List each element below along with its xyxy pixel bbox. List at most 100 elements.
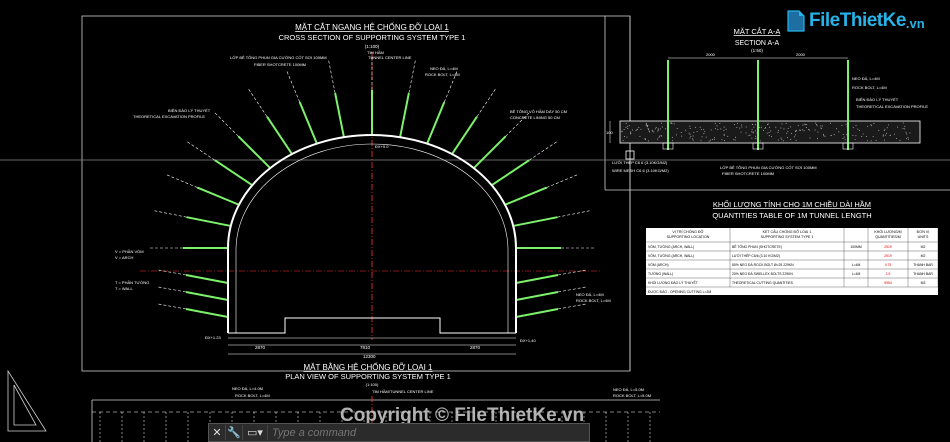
label-tunnel-center-en: TUNNEL CENTER LINE bbox=[368, 55, 412, 60]
qty-cell: VÒM, TƯỜNG (ARCH, WALL) bbox=[648, 244, 694, 249]
qty-cell: 2519 bbox=[884, 254, 892, 258]
rock-bolt bbox=[266, 116, 293, 155]
rock-bolt bbox=[451, 116, 478, 155]
section-aa-title-en: SECTION A-A bbox=[735, 40, 780, 47]
rock-bolt bbox=[298, 101, 318, 144]
label-excavation-en: THEORETICAL EXCAVATION PROFILE bbox=[133, 114, 205, 119]
aa-dim-1: 2000 bbox=[706, 52, 716, 57]
rock-bolt bbox=[515, 291, 559, 301]
rock-bolt bbox=[491, 159, 530, 187]
qty-cell: VÒM, TƯỜNG (ARCH, WALL) bbox=[648, 253, 694, 258]
qty-header: VỊ TRÍ CHỐNG ĐỠ bbox=[672, 229, 703, 234]
rock-bolt bbox=[473, 135, 507, 169]
aa-shotcrete-en: FIBER SHOTCRETE 100MM bbox=[722, 171, 774, 176]
site-logo: FileThietKe .vn bbox=[786, 10, 925, 32]
cad-drawing-canvas[interactable]: MẶT CẮT NGANG HỆ CHỐNG ĐỠ LOẠI 1 CROSS S… bbox=[0, 0, 950, 442]
aa-mesh-en: WIRE MESH C6 6 (3.10KG/M2) bbox=[612, 168, 669, 173]
dim-total: 12300 bbox=[363, 354, 376, 359]
dim-mid: 7810 bbox=[360, 345, 371, 350]
rock-bolt bbox=[334, 92, 345, 138]
plan-title-en: PLAN VIEW OF SUPPORTING SYSTEM TYPE 1 bbox=[285, 372, 451, 381]
qty-header: KẾT CẤU CHỐNG ĐỠ LOẠI 1 bbox=[763, 229, 812, 234]
qty-header: SUPPORTING LOCATION bbox=[667, 235, 710, 239]
qty-header: ĐƠN VỊ bbox=[917, 230, 930, 234]
plan-bolt-right-en: ROCK BOLT, L=5.0M bbox=[613, 393, 651, 398]
file-icon bbox=[787, 10, 805, 32]
plan-center: TIM HẦM/TUNNEL CENTER LINE bbox=[372, 389, 434, 394]
qty-cell: 2519 bbox=[884, 245, 892, 249]
label-excavation-vn: BIÊN ĐÀO LÝ THUYẾT bbox=[168, 108, 211, 113]
qty-title-en: QUANTITIES TABLE OF 1M TUNNEL LENGTH bbox=[712, 211, 871, 220]
command-line: ✕ 🔧 ▭▾ bbox=[208, 423, 590, 442]
aa-mesh-vn: LƯỚI THÉP C6 6 (3.10KG/M2) bbox=[612, 160, 668, 165]
command-prompt-dropdown[interactable]: ▭▾ bbox=[243, 425, 268, 440]
qty-cell: TƯỜNG (WALL) bbox=[648, 271, 673, 276]
rock-bolt bbox=[185, 308, 229, 318]
close-icon[interactable]: ✕ bbox=[209, 425, 226, 440]
label-arch-en: V = ARCH bbox=[115, 255, 133, 260]
qty-header: UNITS bbox=[918, 235, 929, 239]
qty-cell: 80% NEO ĐÁ ROCK BOLT Ø=25 229KN bbox=[732, 263, 794, 267]
qty-cell: THANH BAR bbox=[913, 263, 933, 267]
label-concrete-vn: BÊ TÔNG VỎ HẦM DÀY 50 CM bbox=[510, 109, 567, 114]
qty-cell: 20% NEO ĐÁ SWELLEX BOLTS 229KN bbox=[732, 272, 793, 276]
aa-excav-en: THEORETICAL EXCAVATION PROFILE bbox=[856, 104, 928, 109]
plan-title-vn: MẶT BẰNG HỆ CHỐNG ĐỠ LOẠI 1 bbox=[304, 362, 434, 372]
dim-left: 2870 bbox=[255, 345, 266, 350]
dim-right: 2870 bbox=[470, 345, 481, 350]
qty-header: SUPPORTING SYSTEM TYPE 1 bbox=[761, 235, 814, 239]
qty-cell: 100MM bbox=[850, 245, 861, 249]
qty-cell: M2 bbox=[921, 254, 926, 258]
cross-section-title-en: CROSS SECTION OF SUPPORTING SYSTEM TYPE … bbox=[279, 33, 466, 42]
qty-header: KHỐI LƯỢNG/M bbox=[874, 229, 901, 234]
elev-left: ĐX+1.23 bbox=[205, 335, 221, 340]
ucs-icon bbox=[7, 369, 47, 432]
rock-bolt bbox=[185, 274, 229, 284]
rock-bolt bbox=[237, 135, 271, 169]
label-fiber: FIBER SHOTCRETE 100MM bbox=[254, 62, 306, 67]
qty-header: QUANTITIES/M bbox=[875, 235, 901, 239]
rock-bolt bbox=[515, 274, 559, 284]
plan-scale: (1:100) bbox=[366, 382, 379, 387]
rock-bolt bbox=[426, 101, 446, 144]
qty-cell: BÊ TÔNG PHUN (SHOTCRETE) bbox=[732, 244, 782, 249]
command-input[interactable] bbox=[267, 425, 589, 440]
rock-bolt bbox=[515, 308, 559, 318]
rock-bolt bbox=[513, 216, 558, 227]
aa-bolt-en: ROCK BOLT, L=4M bbox=[852, 85, 887, 90]
qty-cell: L=4M bbox=[852, 272, 861, 276]
aa-dim-2: 2000 bbox=[796, 52, 806, 57]
plan-bolt-left-en: ROCK BOLT, L=4M bbox=[235, 393, 270, 398]
qty-cell: 1.5 bbox=[886, 272, 891, 276]
rock-bolt bbox=[504, 186, 547, 206]
qty-cell: LƯỚI THÉP C6/6 (3.10 KG/M2) bbox=[732, 253, 780, 258]
qty-cell: VÒM (ARCH) bbox=[648, 262, 669, 267]
cross-section-title-vn: MẶT CẮT NGANG HỆ CHỐNG ĐỠ LOẠI 1 bbox=[295, 22, 449, 32]
label-arch-vn: V = PHẦN VÒM bbox=[115, 249, 144, 254]
rock-bolt bbox=[214, 159, 253, 187]
logo-tld: .vn bbox=[905, 15, 925, 31]
rock-bolt bbox=[197, 186, 240, 206]
qty-cell: THANH BAR bbox=[913, 272, 933, 276]
aa-height: 100 bbox=[606, 130, 613, 135]
elev-top: ĐX+9.0 bbox=[375, 144, 389, 149]
label-bolt-right-en: ROCK BOLT, L=4M bbox=[576, 298, 611, 303]
wrench-icon[interactable]: 🔧 bbox=[226, 425, 243, 440]
qty-cell: KHỐI LƯỢNG ĐÀO LÝ THUYẾT bbox=[648, 280, 698, 285]
qty-title-vn: KHỐI LƯỢNG TÍNH CHO 1M CHIỀU DÀI HẦM bbox=[713, 199, 871, 209]
label-bolt-vn: NEO ĐÁ, L=4M bbox=[430, 66, 458, 71]
logo-text: FileThietKe bbox=[809, 10, 906, 31]
section-aa-title-vn: MẶT CẮT A-A bbox=[734, 27, 781, 36]
label-wall-en: T = WALL bbox=[115, 286, 133, 291]
section-aa-scale: (1:50) bbox=[751, 48, 763, 53]
rock-bolt bbox=[185, 291, 229, 301]
label-wall-vn: T = PHẦN TƯỜNG bbox=[115, 280, 149, 285]
qty-cell: THEORETICAL CUTTING QUANTITIES bbox=[732, 281, 794, 285]
aa-shotcrete-vn: LỚP BÊ TÔNG PHUN GIA CƯỜNG CỐT SỢI 100MM bbox=[720, 165, 817, 170]
qty-cell: M3 bbox=[921, 281, 926, 285]
label-concrete-en: CONCRETE LINING 50 CM bbox=[510, 115, 560, 120]
elev-right: ĐX+1.40 bbox=[520, 338, 536, 343]
aa-excav-vn: BIÊN ĐÀO LÝ THUYẾT bbox=[856, 97, 899, 102]
tunnel-inner bbox=[235, 143, 509, 333]
label-lining: LỚP BÊ TÔNG PHUN GIA CƯỜNG CỐT SỢI 100MM bbox=[230, 55, 327, 60]
